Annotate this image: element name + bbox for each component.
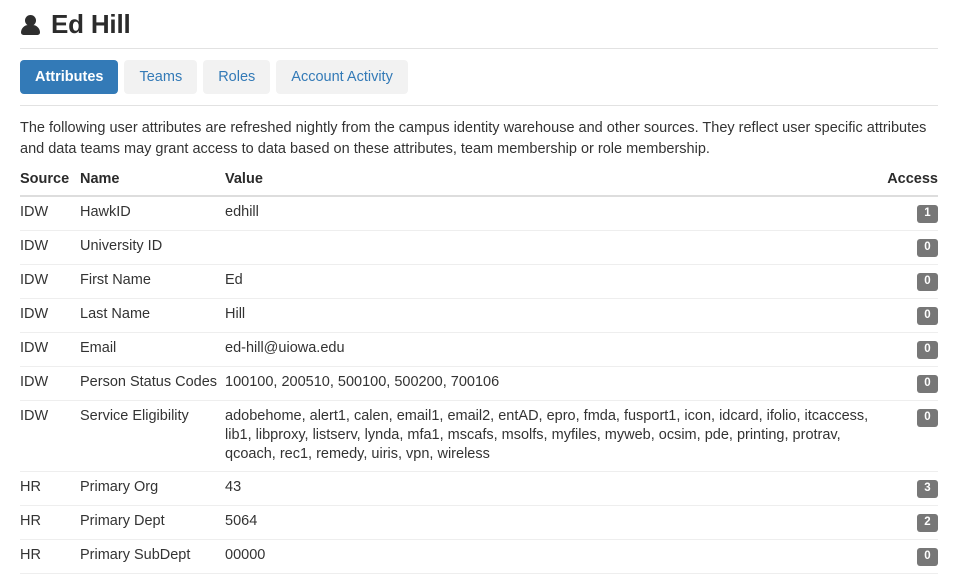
cell-value: 43 (225, 471, 870, 506)
access-badge: 1 (917, 205, 938, 223)
cell-source: HR (20, 539, 80, 574)
cell-value (225, 230, 870, 265)
column-header-access: Access (870, 171, 938, 197)
cell-source: IDW (20, 366, 80, 401)
cell-source: IDW (20, 264, 80, 299)
tab-bar: Attributes Teams Roles Account Activity (20, 49, 938, 105)
cell-access: 1 (870, 196, 938, 231)
attributes-page: Ed Hill Attributes Teams Roles Account A… (0, 0, 958, 574)
table-row: IDW First Name Ed 0 (20, 264, 938, 299)
access-badge: 0 (917, 307, 938, 325)
table-header-row: Source Name Value Access (20, 171, 938, 197)
access-badge: 0 (917, 409, 938, 427)
table-row: IDW Last Name Hill 0 (20, 298, 938, 333)
table-row: IDW University ID 0 (20, 230, 938, 265)
cell-name: Primary SubDept (80, 539, 225, 574)
cell-access: 0 (870, 298, 938, 333)
cell-source: IDW (20, 298, 80, 333)
table-row: HR Primary Dept 5064 2 (20, 505, 938, 540)
column-header-source: Source (20, 171, 80, 197)
user-icon-body (21, 25, 40, 35)
access-badge: 0 (917, 239, 938, 257)
table-row: IDW HawkID edhill 1 (20, 196, 938, 231)
page-title: Ed Hill (51, 9, 131, 39)
cell-name: Last Name (80, 298, 225, 333)
cell-value: ed-hill@uiowa.edu (225, 332, 870, 367)
cell-access: 0 (870, 366, 938, 401)
cell-value: 5064 (225, 505, 870, 540)
cell-access: 0 (870, 539, 938, 574)
tab-teams[interactable]: Teams (124, 60, 198, 94)
access-badge: 0 (917, 273, 938, 291)
tab-account-activity[interactable]: Account Activity (276, 60, 408, 94)
column-header-value: Value (225, 171, 870, 197)
access-badge: 2 (917, 514, 938, 532)
cell-name: Person Status Codes (80, 366, 225, 401)
tab-attributes[interactable]: Attributes (20, 60, 119, 94)
cell-name: Primary Dept (80, 505, 225, 540)
cell-value: edhill (225, 196, 870, 231)
cell-name: Service Eligibility (80, 400, 225, 472)
cell-source: IDW (20, 332, 80, 367)
cell-name: First Name (80, 264, 225, 299)
table-row: HR Primary SubDept 00000 0 (20, 539, 938, 574)
column-header-name: Name (80, 171, 225, 197)
cell-source: HR (20, 505, 80, 540)
access-badge: 0 (917, 548, 938, 566)
access-badge: 0 (917, 341, 938, 359)
cell-value: 100100, 200510, 500100, 500200, 700106 (225, 366, 870, 401)
cell-source: IDW (20, 400, 80, 472)
cell-access: 0 (870, 264, 938, 299)
cell-source: IDW (20, 196, 80, 231)
cell-name: Primary Org (80, 471, 225, 506)
cell-name: University ID (80, 230, 225, 265)
table-head: Source Name Value Access (20, 171, 938, 197)
cell-access: 3 (870, 471, 938, 506)
access-badge: 3 (917, 480, 938, 498)
table-row: IDW Email ed-hill@uiowa.edu 0 (20, 332, 938, 367)
tab-roles[interactable]: Roles (203, 60, 271, 94)
attributes-description: The following user attributes are refres… (20, 120, 927, 157)
table-row: IDW Person Status Codes 100100, 200510, 50… (20, 366, 938, 401)
cell-source: IDW (20, 230, 80, 265)
cell-source: HR (20, 471, 80, 506)
cell-value: Hill (225, 298, 870, 333)
cell-name: Email (80, 332, 225, 367)
cell-access: 0 (870, 230, 938, 265)
access-badge: 0 (917, 375, 938, 393)
cell-access: 2 (870, 505, 938, 540)
cell-value: Ed (225, 264, 870, 299)
page-header: Ed Hill (20, 0, 938, 46)
cell-value: adobehome, alert1, calen, email1, email2… (225, 400, 870, 472)
cell-value: 00000 (225, 539, 870, 574)
cell-access: 0 (870, 332, 938, 367)
table-body: IDW HawkID edhill 1 IDW University ID 0 IDW Firs… (20, 196, 938, 574)
attributes-table: Source Name Value Access IDW HawkID edhill… (20, 171, 938, 574)
user-icon (20, 12, 42, 36)
table-row: HR Primary Org 43 3 (20, 471, 938, 506)
cell-access: 0 (870, 400, 938, 472)
table-row: IDW Service Eligibility adobehome, alert1,… (20, 400, 938, 472)
cell-name: HawkID (80, 196, 225, 231)
